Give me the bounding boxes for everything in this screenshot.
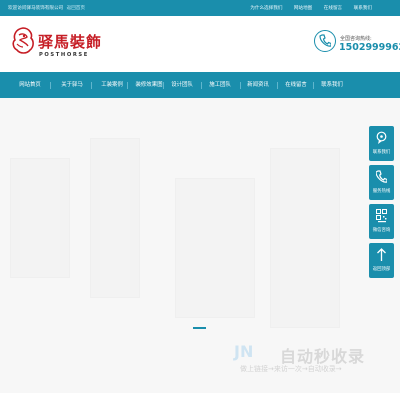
sidebar-wechat-button[interactable]: 微信咨询 [369, 204, 394, 239]
home-link[interactable]: 返回首页 [67, 6, 85, 11]
qrcode-icon [376, 209, 387, 223]
top-links: 为什么选择我们 网站地图 在线留言 联系我们 [240, 5, 372, 11]
watermark-logo: JN [234, 342, 254, 361]
top-link-sitemap[interactable]: 网站地图 [294, 6, 312, 11]
logo-english-name: POSTHORSE [39, 52, 89, 58]
phone-icon [376, 170, 387, 183]
sidebar-contact-button[interactable]: 联系我们 [369, 126, 394, 161]
top-bar: 欢迎访问驿马装饰有限公司 返回首页 为什么选择我们 网站地图 在线留言 联系我们 [0, 0, 400, 16]
banner-decor [10, 158, 70, 278]
sidebar-back-to-top-button[interactable]: 返回顶部 [369, 243, 394, 278]
hotline-number: 15029999622 [339, 42, 400, 53]
watermark-subtitle: 做上链接→来访一次→自动收录→ [240, 365, 342, 373]
site-header: 驿馬裝飾 POSTHORSE 全国咨询热线: 15029999622 [0, 16, 400, 72]
chat-icon [376, 131, 387, 144]
nav-item-contact[interactable]: 联系我们 [310, 72, 354, 98]
sidebar-label: 服务热线 [372, 189, 391, 194]
welcome-label: 欢迎访问驿马装饰有限公司 [8, 6, 64, 11]
top-link-message[interactable]: 在线留言 [324, 6, 342, 11]
slide-indicator[interactable] [193, 327, 206, 329]
hotline-phone-icon [314, 30, 336, 52]
hotline-label: 全国咨询热线: [340, 36, 372, 42]
nav-item-home[interactable]: 网站首页 [8, 72, 52, 98]
sidebar-label: 微信咨询 [372, 228, 391, 233]
nav-item-about[interactable]: 关于驿马 [50, 72, 94, 98]
logo-chinese-name[interactable]: 驿馬裝飾 [38, 31, 102, 52]
main-nav: 网站首页 关于驿马 工装案例 装修效果图 设计团队 施工团队 新闻资讯 在线留言… [0, 72, 400, 98]
arrow-up-icon [377, 248, 386, 261]
sidebar-hotline-button[interactable]: 服务热线 [369, 165, 394, 200]
top-link-contact[interactable]: 联系我们 [354, 6, 372, 11]
watermark-badge: JN 自动秒收录 做上链接→来访一次→自动收录→ [228, 342, 388, 378]
banner-decor [90, 138, 140, 298]
banner-decor [270, 148, 340, 328]
banner-decor [175, 178, 255, 318]
sidebar-label: 联系我们 [372, 150, 391, 155]
welcome-text: 欢迎访问驿马装饰有限公司 返回首页 [8, 5, 85, 11]
horse-logo-icon[interactable] [10, 26, 36, 56]
sidebar-label: 返回顶部 [372, 267, 391, 272]
top-link-why-us[interactable]: 为什么选择我们 [250, 6, 282, 11]
